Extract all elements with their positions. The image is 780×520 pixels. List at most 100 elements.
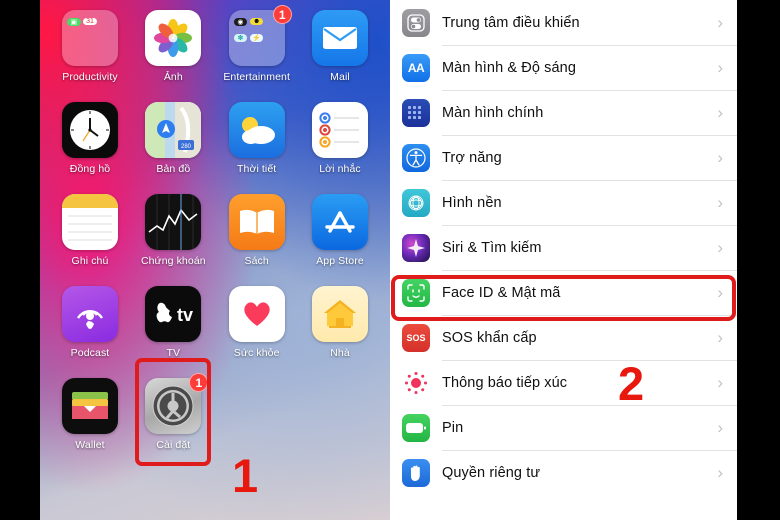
app-notes[interactable]: Ghi chú xyxy=(54,194,126,286)
mini-app-icon: ✽ xyxy=(233,33,248,42)
wallet-icon xyxy=(62,378,118,434)
app-label: Sức khỏe xyxy=(233,347,280,359)
weather-icon xyxy=(228,102,285,158)
app-label: App Store xyxy=(316,255,364,267)
chevron-right-icon: › xyxy=(717,462,723,482)
app-label: Entertainment xyxy=(223,71,290,83)
chevron-right-icon: › xyxy=(717,147,723,167)
photos-icon xyxy=(145,10,202,66)
app-row: ▣ 31 Productivity Ảnh 1 ◉ ☻ ✽ ⚡ Entertai… xyxy=(54,5,376,102)
app-label: Đồng hồ xyxy=(69,163,111,175)
home-app-icon xyxy=(311,286,368,342)
chevron-right-icon: › xyxy=(717,57,723,77)
chevron-right-icon: › xyxy=(717,192,723,212)
svg-text:280: 280 xyxy=(181,144,192,150)
battery-icon xyxy=(402,413,430,442)
screenshot-root: ▣ 31 Productivity Ảnh 1 ◉ ☻ ✽ ⚡ Entertai… xyxy=(0,0,780,520)
app-app-store[interactable]: App Store xyxy=(304,194,376,286)
privacy-hand-icon xyxy=(402,458,430,487)
chevron-right-icon: › xyxy=(717,372,723,392)
siri-icon xyxy=(402,233,430,262)
settings-row-label: Màn hình & Độ sáng xyxy=(442,59,576,76)
app-label: Thời tiết xyxy=(237,163,277,175)
settings-row-siri-search[interactable]: Siri & Tìm kiếm › xyxy=(390,225,737,270)
app-empty xyxy=(304,378,376,470)
clock-icon xyxy=(62,102,118,158)
settings-row-wallpaper[interactable]: Hình nền › xyxy=(390,180,737,225)
app-health[interactable]: Sức khỏe xyxy=(221,286,293,378)
settings-row-battery[interactable]: Pin › xyxy=(390,405,737,450)
mini-camera-icon: ◉ xyxy=(233,17,248,26)
app-productivity[interactable]: ▣ 31 Productivity xyxy=(54,10,126,102)
app-label: Ghi chú xyxy=(71,255,109,267)
app-reminders[interactable]: Lời nhắc xyxy=(304,102,376,194)
app-stocks[interactable]: Chứng khoán xyxy=(137,194,209,286)
settings-row-emergency-sos[interactable]: SOS SOS khẩn cấp › xyxy=(390,315,737,360)
sos-icon-text: SOS xyxy=(406,332,426,343)
settings-row-privacy[interactable]: Quyền riêng tư › xyxy=(390,450,737,495)
iphone-home-screen: ▣ 31 Productivity Ảnh 1 ◉ ☻ ✽ ⚡ Entertai… xyxy=(40,0,390,520)
settings-row-label: Siri & Tìm kiếm xyxy=(442,239,542,256)
settings-row-label: Pin xyxy=(442,419,464,436)
books-icon xyxy=(228,194,285,250)
app-podcasts[interactable]: Podcast xyxy=(54,286,126,378)
chevron-right-icon: › xyxy=(717,417,723,437)
settings-row-display-brightness[interactable]: AA Màn hình & Độ sáng › xyxy=(390,45,737,90)
app-mail[interactable]: Mail xyxy=(304,10,376,102)
app-row: Ghi chú Chứng khoán Sách App Store xyxy=(54,194,376,286)
app-weather[interactable]: Thời tiết xyxy=(221,102,293,194)
app-label: Ảnh xyxy=(163,71,183,83)
mini-facetime-icon: ▣ xyxy=(67,17,81,26)
folder-productivity-icon: ▣ 31 xyxy=(62,10,118,66)
settings-row-label: Thông báo tiếp xúc xyxy=(442,374,568,391)
mail-icon xyxy=(311,10,368,66)
settings-row-label: Hình nền xyxy=(442,194,502,211)
settings-row-label: Quyền riêng tư xyxy=(442,464,541,481)
mini-calendar-icon: 31 xyxy=(83,18,97,26)
app-entertainment[interactable]: 1 ◉ ☻ ✽ ⚡ Entertainment xyxy=(221,5,293,102)
step-number-2: 2 xyxy=(618,357,645,410)
reminders-icon xyxy=(311,102,368,158)
mini-snap-icon: ☻ xyxy=(249,18,264,26)
svg-text:tv: tv xyxy=(177,305,193,325)
chevron-right-icon: › xyxy=(717,102,723,122)
settings-row-home-screen[interactable]: Màn hình chính › xyxy=(390,90,737,135)
app-row: Đồng hồ 280 Bản đồ Thời tiết Lời nhắc xyxy=(54,102,376,194)
badge-count: 1 xyxy=(272,5,292,24)
app-label: Wallet xyxy=(75,439,105,451)
app-label: Podcast xyxy=(70,347,110,359)
wallpaper-icon xyxy=(402,188,430,217)
podcasts-icon xyxy=(62,286,118,342)
notes-icon xyxy=(62,194,118,250)
display-icon-text: AA xyxy=(407,60,425,75)
chevron-right-icon: › xyxy=(717,327,723,347)
app-row: Podcast tv TV Sức khỏe Nhà xyxy=(54,286,376,378)
accessibility-icon xyxy=(402,143,430,172)
settings-row-accessibility[interactable]: Trợ năng › xyxy=(390,135,737,180)
settings-row-exposure-notifications[interactable]: Thông báo tiếp xúc › xyxy=(390,360,737,405)
app-label: Sách xyxy=(244,255,269,267)
settings-row-label: Trợ năng xyxy=(442,149,502,166)
app-row: Wallet 1 Cài đặt xyxy=(54,373,376,470)
step-number-1: 1 xyxy=(232,449,259,502)
app-clock[interactable]: Đồng hồ xyxy=(54,102,126,194)
home-screen-icon xyxy=(402,98,430,127)
settings-row-label: SOS khẩn cấp xyxy=(442,329,537,346)
app-label: Bản đồ xyxy=(156,163,191,175)
settings-row-label: Trung tâm điều khiển xyxy=(442,14,580,31)
mini-app-icon: ⚡ xyxy=(249,33,264,42)
app-books[interactable]: Sách xyxy=(221,194,293,286)
settings-row-control-center[interactable]: Trung tâm điều khiển › xyxy=(390,0,737,45)
highlight-box-face-id-row xyxy=(391,275,736,321)
app-home[interactable]: Nhà xyxy=(304,286,376,378)
app-store-icon xyxy=(311,194,368,250)
app-grid: ▣ 31 Productivity Ảnh 1 ◉ ☻ ✽ ⚡ Entertai… xyxy=(40,0,390,520)
display-brightness-icon: AA xyxy=(402,53,430,82)
app-maps[interactable]: 280 Bản đồ xyxy=(137,102,209,194)
app-label: Lời nhắc xyxy=(319,163,361,175)
exposure-notifications-icon xyxy=(402,368,430,397)
ios-settings-list: Trung tâm điều khiển › AA Màn hình & Độ … xyxy=(390,0,737,520)
app-photos[interactable]: Ảnh xyxy=(137,10,209,102)
app-wallet[interactable]: Wallet xyxy=(54,378,126,470)
chevron-right-icon: › xyxy=(717,12,723,32)
